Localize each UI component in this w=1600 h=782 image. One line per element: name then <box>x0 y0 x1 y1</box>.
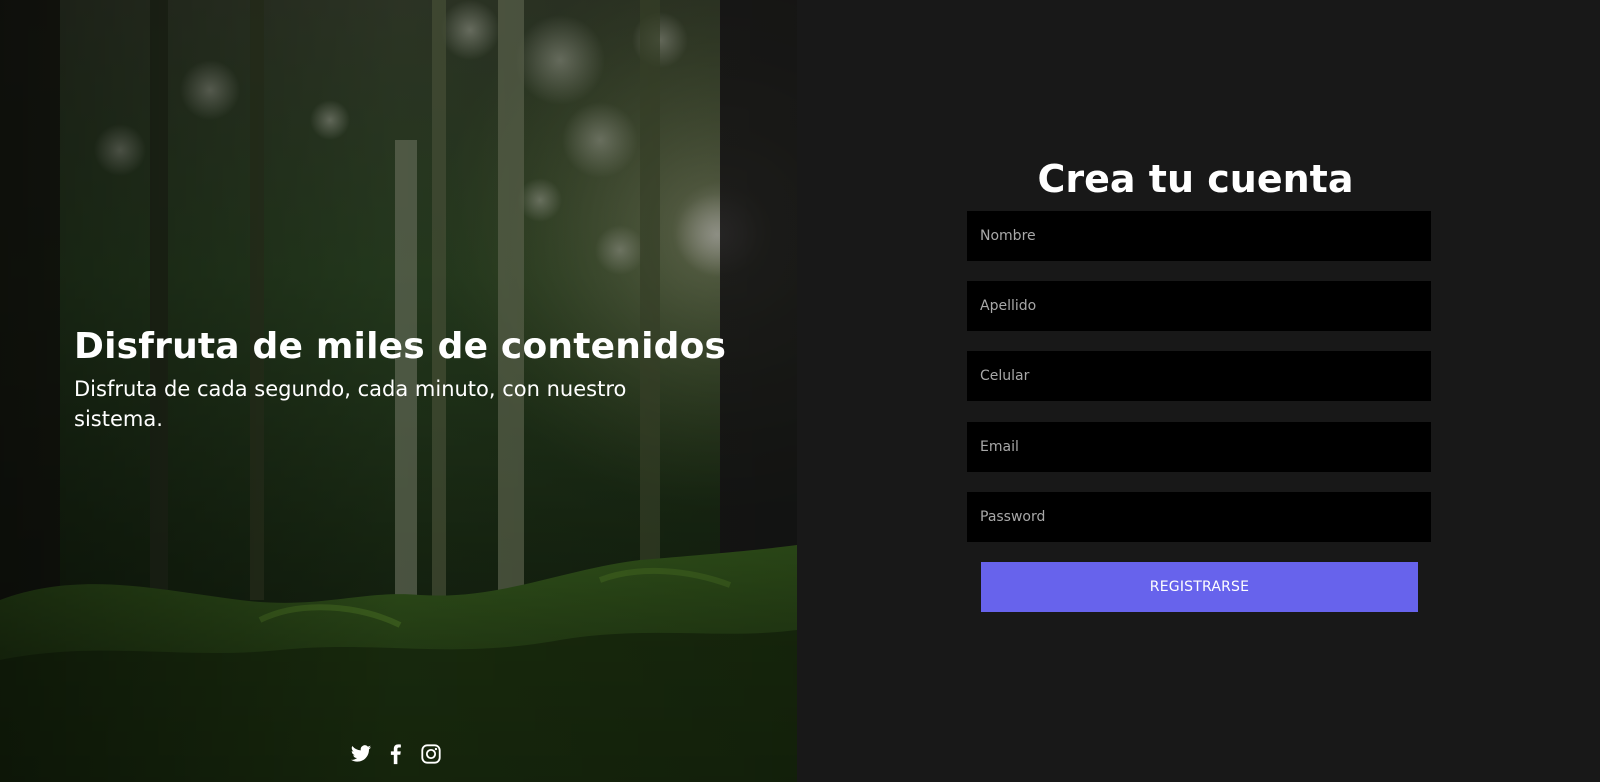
celular-field[interactable] <box>967 351 1431 401</box>
instagram-icon <box>421 744 441 764</box>
instagram-link[interactable] <box>420 743 442 765</box>
nombre-field[interactable] <box>967 211 1431 261</box>
apellido-field[interactable] <box>967 281 1431 331</box>
email-field[interactable] <box>967 422 1431 472</box>
signup-page: Disfruta de miles de contenidos Disfruta… <box>0 0 1600 782</box>
hero-title: Disfruta de miles de contenidos <box>74 326 727 367</box>
hero-text-block: Disfruta de miles de contenidos Disfruta… <box>74 325 727 434</box>
social-links <box>350 743 442 765</box>
hero-subtitle: Disfruta de cada segundo, cada minuto, c… <box>74 377 627 431</box>
hero-panel: Disfruta de miles de contenidos Disfruta… <box>0 0 797 782</box>
register-button[interactable]: REGISTRARSE <box>981 562 1418 612</box>
signup-form-panel: Crea tu cuenta REGISTRARSE <box>797 0 1600 782</box>
signup-title: Crea tu cuenta <box>1037 157 1354 201</box>
facebook-icon <box>390 744 401 765</box>
password-field[interactable] <box>967 492 1431 542</box>
twitter-link[interactable] <box>350 743 372 765</box>
twitter-icon <box>350 745 372 762</box>
facebook-link[interactable] <box>385 743 407 765</box>
